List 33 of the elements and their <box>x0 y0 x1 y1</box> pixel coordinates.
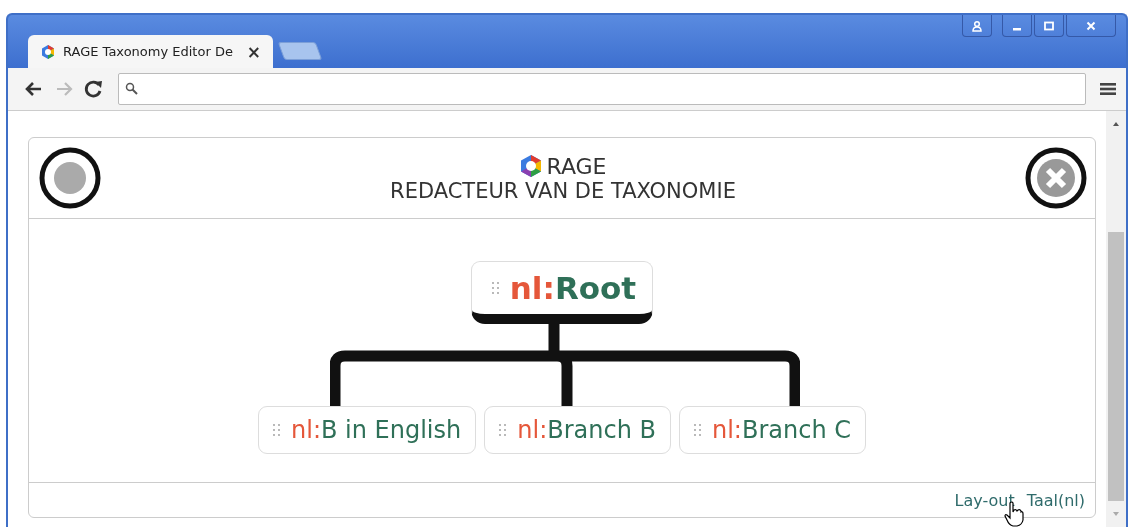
footer-link[interactable]: Lay-out <box>954 490 1015 510</box>
page-title: REDACTEUR VAN DE TAXONOMIE <box>390 178 736 203</box>
drag-handle-icon[interactable] <box>693 423 702 437</box>
logo-icon <box>40 43 56 60</box>
child-node[interactable]: nl:Branch B <box>484 406 671 454</box>
circle-button[interactable] <box>39 147 101 209</box>
reload-icon[interactable] <box>84 79 104 99</box>
drag-handle-icon[interactable] <box>491 281 500 295</box>
tab-title: RAGE Taxonomy Editor De <box>63 44 234 59</box>
child-node[interactable]: nl:Branch C <box>678 406 866 454</box>
close-button[interactable] <box>1025 147 1087 209</box>
scroll-thumb[interactable] <box>1108 232 1124 501</box>
child-node[interactable]: nl:B in English <box>258 406 477 454</box>
search-icon <box>125 82 139 96</box>
menu-icon[interactable] <box>1100 82 1116 96</box>
minimize-icon[interactable] <box>1002 15 1032 37</box>
close-icon[interactable] <box>1066 15 1116 37</box>
maximize-icon[interactable] <box>1034 15 1064 37</box>
footer-link[interactable]: Taal(nl) <box>1026 490 1085 510</box>
close-tab-button[interactable]: × <box>246 41 261 62</box>
scrollbar[interactable] <box>1106 111 1126 527</box>
root-node[interactable]: nl:Root <box>470 261 654 324</box>
node-label[interactable]: nl:B in English <box>291 416 462 444</box>
new-tab-button[interactable] <box>277 42 323 60</box>
node-label[interactable]: nl:Root <box>509 270 637 306</box>
logo-icon <box>519 154 544 178</box>
drag-handle-icon[interactable] <box>499 423 508 437</box>
browser-tab[interactable]: RAGE Taxonomy Editor De × <box>28 35 273 68</box>
logo-text: RAGE <box>546 153 607 179</box>
user-icon[interactable] <box>962 15 992 37</box>
node-label[interactable]: nl:Branch C <box>711 416 851 444</box>
drag-handle-icon[interactable] <box>273 423 281 437</box>
node-label[interactable]: nl:Branch B <box>517 416 656 444</box>
